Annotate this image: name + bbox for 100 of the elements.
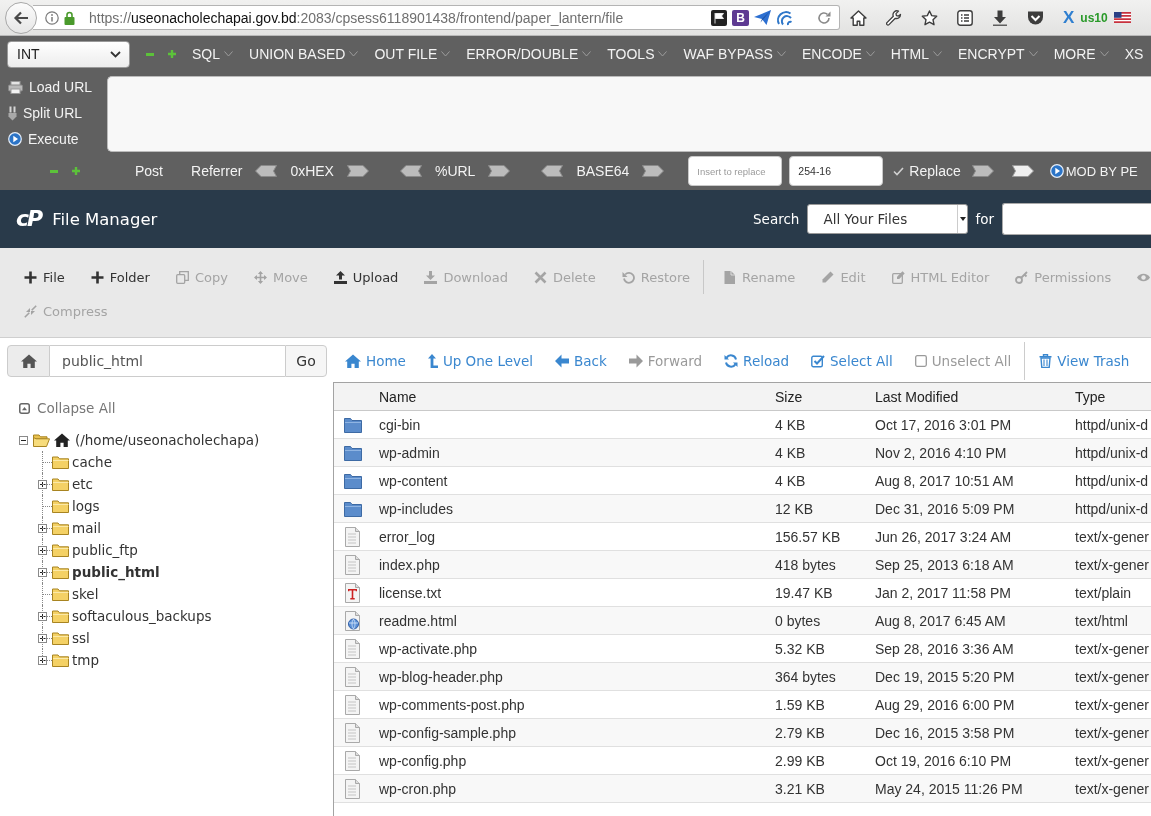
tree-item[interactable]: public_ftp [72,542,138,558]
address-bar[interactable]: https://useonacholechapai.gov.bd:2083/cpsess6118901438/frontend/paper_lantern/file B [33,5,840,30]
expand-toggle-icon[interactable] [38,634,47,643]
replace-checkbox[interactable]: Replace [893,163,961,179]
column-header[interactable]: Name [367,388,763,405]
tree-item[interactable]: public_html [72,564,160,580]
minus-icon[interactable] [50,169,58,173]
nav-link[interactable]: Up One Level [427,353,534,369]
extension-badge[interactable]: B [732,9,749,26]
menu-item[interactable]: TOOLS [607,46,668,62]
tree-item[interactable]: etc [72,476,94,492]
tree-item[interactable]: softaculous_backups [72,608,212,624]
menu-item[interactable]: SQL [192,46,233,62]
info-icon[interactable] [45,10,59,25]
expand-toggle-icon[interactable] [38,480,47,489]
home-icon[interactable] [850,9,867,26]
tree-item[interactable]: skel [72,586,99,602]
menu-item[interactable]: ENCRYPT [958,46,1038,62]
left-tab-arrow-icon[interactable] [541,165,564,177]
back-button[interactable] [5,1,37,34]
table-cell-text: Dec 19, 2015 5:20 PM [874,668,1016,685]
tree-item[interactable]: mail [72,520,101,536]
menu-item[interactable]: UNION BASED [249,46,359,62]
menu-item[interactable]: OUT FILE [374,46,451,62]
search-field[interactable] [1002,203,1151,235]
expand-toggle-icon[interactable] [38,524,47,533]
star-icon[interactable] [921,9,938,26]
light-tab-arrow-icon[interactable] [1011,165,1034,177]
table-row[interactable]: wp-blog-header.php 364 bytes Dec 19, 2015 5:20 PM text/x-gener [334,663,1151,691]
tree-item[interactable]: tmp [72,652,99,668]
tree-item[interactable]: (/home/useonacholechapa) [75,432,260,448]
left-tab-arrow-icon[interactable] [399,165,422,177]
lock-icon[interactable] [64,10,75,25]
menu-item[interactable]: HTML [890,46,942,62]
wave-icon[interactable] [776,9,792,26]
action-button[interactable]: Load URL [8,74,107,100]
toolbar-button[interactable]: Upload [320,262,412,292]
reload-icon[interactable] [817,10,831,25]
plus-icon[interactable] [168,50,176,58]
menu-item[interactable]: XS [1124,46,1144,62]
tree-item[interactable]: cache [72,454,112,470]
menu-item[interactable]: WAF BYPASS [683,46,786,62]
table-row[interactable]: index.php 418 bytes Sep 25, 2013 6:18 AM text/x-gener [334,551,1151,579]
table-row[interactable]: wp-cron.php 3.21 KB May 24, 2015 11:26 PM text/x-gener [334,775,1151,803]
nav-link[interactable]: Reload [724,353,790,369]
column-header[interactable]: Type [1063,388,1151,405]
right-tab-arrow-icon[interactable] [971,165,994,177]
path-field[interactable]: public_html [50,345,285,377]
table-cell-text: httpd/unix-d [1074,444,1150,461]
table-row[interactable]: wp-includes 12 KB Dec 31, 2016 5:09 PM httpd/unix-d [334,495,1151,523]
go-button[interactable]: Go [285,345,327,377]
collapse-all-button[interactable]: Collapse All [19,398,116,418]
left-tab-arrow-icon[interactable] [255,165,278,177]
right-tab-arrow-icon[interactable] [346,165,369,177]
mod-button[interactable]: MOD BY PE [1049,163,1138,179]
collapse-toggle-icon[interactable] [19,435,28,445]
toolbar-button[interactable]: Folder [77,262,163,292]
wrench-icon[interactable] [886,9,902,26]
plus-icon[interactable] [72,167,80,175]
expand-toggle-icon[interactable] [38,546,47,555]
table-row[interactable]: wp-admin 4 KB Nov 2, 2016 4:10 PM httpd/unix-d [334,439,1151,467]
download-icon[interactable] [992,9,1008,26]
nav-link[interactable]: View Trash [1039,353,1130,369]
minus-icon[interactable] [146,52,154,56]
action-button[interactable]: Split URL [8,100,107,126]
expand-toggle-icon[interactable] [38,568,47,577]
table-row[interactable]: readme.html 0 bytes Aug 8, 2017 6:45 AM text/html [334,607,1151,635]
type-select[interactable]: INT [7,40,130,68]
menu-item[interactable]: ENCODE [801,46,875,62]
compress-arrows-icon [24,304,37,318]
url-input[interactable] [107,76,1151,152]
option-toggle[interactable]: Referrer [191,163,243,179]
four-way-arrow-icon [253,270,267,284]
right-tab-arrow-icon[interactable] [488,165,511,177]
toolbar-button[interactable]: File [11,262,78,292]
column-header[interactable]: Size [763,388,863,405]
option-toggle[interactable]: Post [135,163,163,179]
pocket-icon[interactable] [1027,9,1044,26]
flag-icon[interactable] [711,9,727,26]
tree-item[interactable]: ssl [72,630,90,646]
nav-link[interactable]: Home [345,353,406,369]
menu-item[interactable]: MORE [1053,46,1109,62]
nav-link[interactable]: Select All [811,353,893,369]
tree-item[interactable]: logs [72,498,100,514]
search-scope-select[interactable]: All Your Files [807,204,969,234]
expand-toggle-icon[interactable] [38,656,47,665]
paper-plane-icon[interactable] [754,10,771,25]
menu-item[interactable]: ERROR/DOUBLE [466,46,592,62]
replace-field[interactable]: 254-16 [789,156,884,186]
logo[interactable]: cP [16,208,42,230]
nav-link[interactable]: Back [555,353,607,369]
reading-list-icon[interactable] [957,9,973,26]
table-row[interactable]: wp-config-sample.php 2.79 KB Dec 16, 2015 3:58 PM text/x-gener [334,719,1151,747]
expand-toggle-icon[interactable] [38,612,47,621]
table-cell-text: wp-includes [378,500,454,517]
column-header[interactable]: Last Modified [863,388,1063,405]
action-button[interactable]: Execute [8,126,107,152]
home-button[interactable] [7,345,50,377]
url-text[interactable]: https://useonacholechapai.gov.bd:2083/cpsess6118901438/frontend/paper_lantern/file [89,9,624,26]
right-tab-arrow-icon[interactable] [642,165,665,177]
